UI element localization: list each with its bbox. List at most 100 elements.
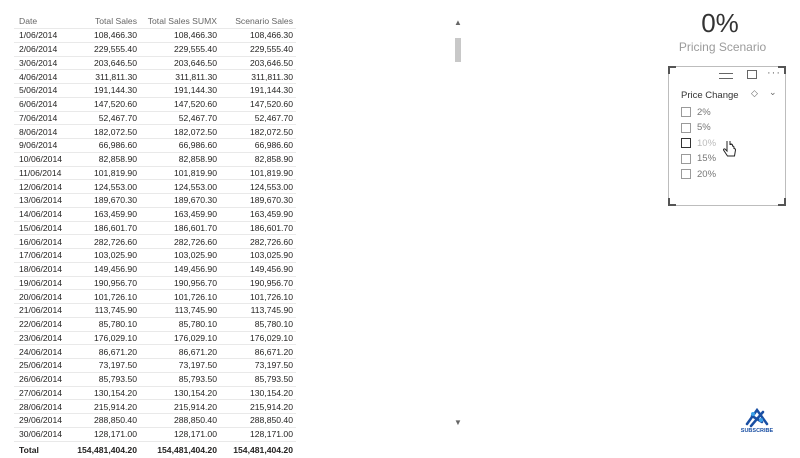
date-cell: 9/06/2014 — [14, 138, 70, 153]
slicer-option[interactable]: 10% — [681, 136, 716, 150]
slicer-option[interactable]: 2% — [681, 105, 711, 119]
table-row: 24/06/2014 86,671.20 86,671.20 86,671.20 — [14, 344, 296, 359]
table-row: 11/06/2014 101,819.90 101,819.90 101,819.90 — [14, 165, 296, 180]
total-sales-sumx-cell: 182,072.50 — [140, 124, 220, 139]
total-sales-sumx-cell: 113,745.90 — [140, 303, 220, 318]
total-sales-sumx-total: 154,481,404.20 — [140, 440, 220, 458]
table-row: 26/06/2014 85,793.50 85,793.50 85,793.50 — [14, 371, 296, 386]
total-sales-sumx-cell: 52,467.70 — [140, 110, 220, 125]
total-sales-cell: 282,726.60 — [70, 234, 140, 249]
date-cell: 22/06/2014 — [14, 316, 70, 331]
column-header-scenario-sales[interactable]: Scenario Sales — [220, 14, 296, 29]
table-row: 17/06/2014 103,025.90 103,025.90 103,025.90 — [14, 248, 296, 263]
total-sales-sumx-cell: 103,025.90 — [140, 248, 220, 263]
scenario-sales-total: 154,481,404.20 — [220, 440, 296, 458]
total-sales-cell: 147,520.60 — [70, 96, 140, 111]
total-sales-cell: 66,986.60 — [70, 138, 140, 153]
total-sales-sumx-cell: 108,466.30 — [140, 28, 220, 43]
date-cell: 10/06/2014 — [14, 151, 70, 166]
scenario-sales-cell: 189,670.30 — [220, 193, 296, 208]
total-sales-sumx-cell: 189,670.30 — [140, 193, 220, 208]
scenario-sales-cell: 186,601.70 — [220, 220, 296, 235]
checkbox[interactable] — [681, 138, 691, 148]
date-cell: 11/06/2014 — [14, 165, 70, 180]
column-header-total-sales-sumx[interactable]: Total Sales SUMX — [140, 14, 220, 29]
table-row: 7/06/2014 52,467.70 52,467.70 52,467.70 — [14, 110, 296, 125]
checkbox[interactable] — [681, 122, 691, 133]
checkbox[interactable] — [681, 107, 691, 117]
more-options-icon[interactable]: ··· — [767, 67, 781, 79]
chevron-up-icon[interactable]: ▲ — [453, 18, 463, 28]
total-sales-sumx-cell: 101,819.90 — [140, 165, 220, 180]
table-row: 28/06/2014 215,914.20 215,914.20 215,914.20 — [14, 399, 296, 414]
scenario-sales-cell: 190,956.70 — [220, 275, 296, 290]
total-sales-cell: 101,726.10 — [70, 289, 140, 304]
date-cell: 5/06/2014 — [14, 83, 70, 98]
resize-handle-bottom-left[interactable] — [668, 198, 676, 206]
total-sales-sumx-cell: 66,986.60 — [140, 138, 220, 153]
table-row: 3/06/2014 203,646.50 203,646.50 203,646.50 — [14, 55, 296, 70]
date-cell: 3/06/2014 — [14, 55, 70, 70]
table-row: 21/06/2014 113,745.90 113,745.90 113,745.90 — [14, 303, 296, 318]
total-sales-cell: 86,671.20 — [70, 344, 140, 359]
scenario-sales-cell: 85,780.10 — [220, 316, 296, 331]
total-sales-cell: 190,956.70 — [70, 275, 140, 290]
table-scrollbar[interactable]: ▲ ▼ — [453, 18, 463, 428]
slicer-option[interactable]: 20% — [681, 167, 716, 181]
chevron-down-icon[interactable]: ⌄ — [769, 87, 777, 98]
column-header-date[interactable]: Date — [14, 14, 70, 29]
total-sales-sumx-cell: 85,793.50 — [140, 371, 220, 386]
checkbox[interactable] — [681, 153, 691, 164]
chevron-down-icon[interactable]: ▼ — [453, 418, 463, 428]
date-cell: 23/06/2014 — [14, 330, 70, 345]
scrollbar-thumb[interactable] — [455, 38, 461, 62]
resize-handle-top-left[interactable] — [668, 66, 676, 74]
date-cell: 21/06/2014 — [14, 303, 70, 318]
table-row: 13/06/2014 189,670.30 189,670.30 189,670.30 — [14, 193, 296, 208]
total-sales-cell: 186,601.70 — [70, 220, 140, 235]
total-sales-cell: 229,555.40 — [70, 41, 140, 56]
total-sales-cell: 182,072.50 — [70, 124, 140, 139]
clear-selections-icon[interactable]: ◇ — [751, 88, 758, 99]
total-sales-sumx-cell: 130,154.20 — [140, 385, 220, 400]
price-change-slicer[interactable]: ··· Price Change ◇ ⌄ 2% 5% 10% 15% 20% — [668, 66, 786, 206]
scenario-sales-cell: 147,520.60 — [220, 96, 296, 111]
scenario-sales-cell: 215,914.20 — [220, 399, 296, 414]
total-sales-cell: 189,670.30 — [70, 193, 140, 208]
table-row: 25/06/2014 73,197.50 73,197.50 73,197.50 — [14, 358, 296, 373]
total-sales-total: 154,481,404.20 — [70, 440, 140, 458]
slicer-option[interactable]: 5% — [681, 121, 711, 135]
slicer-title: Price Change — [681, 90, 739, 101]
total-sales-cell: 101,819.90 — [70, 165, 140, 180]
total-sales-cell: 124,553.00 — [70, 179, 140, 194]
table-header-row: Date Total Sales Total Sales SUMX Scenar… — [14, 14, 296, 29]
table-total-row: Total 154,481,404.20 154,481,404.20 154,… — [14, 440, 296, 458]
date-cell: 7/06/2014 — [14, 110, 70, 125]
table-row: 9/06/2014 66,986.60 66,986.60 66,986.60 — [14, 138, 296, 153]
slicer-option[interactable]: 15% — [681, 152, 716, 166]
table-row: 27/06/2014 130,154.20 130,154.20 130,154.20 — [14, 385, 296, 400]
column-header-total-sales[interactable]: Total Sales — [70, 14, 140, 29]
total-sales-sumx-cell: 215,914.20 — [140, 399, 220, 414]
scenario-sales-cell: 128,171.00 — [220, 426, 296, 442]
table-row: 4/06/2014 311,811.30 311,811.30 311,811.30 — [14, 69, 296, 84]
scenario-sales-cell: 130,154.20 — [220, 385, 296, 400]
resize-handle-bottom-right[interactable] — [778, 198, 786, 206]
table-row: 16/06/2014 282,726.60 282,726.60 282,726.60 — [14, 234, 296, 249]
date-cell: 12/06/2014 — [14, 179, 70, 194]
focus-mode-icon[interactable] — [747, 70, 757, 79]
checkbox[interactable] — [681, 169, 691, 179]
card-label: Pricing Scenario — [678, 40, 767, 54]
drag-grip-icon[interactable] — [719, 73, 733, 79]
table-row: 8/06/2014 182,072.50 182,072.50 182,072.50 — [14, 124, 296, 139]
date-cell: 6/06/2014 — [14, 96, 70, 111]
table-row: 22/06/2014 85,780.10 85,780.10 85,780.10 — [14, 316, 296, 331]
scenario-sales-cell: 176,029.10 — [220, 330, 296, 345]
table-row: 14/06/2014 163,459.90 163,459.90 163,459.90 — [14, 206, 296, 221]
total-sales-cell: 73,197.50 — [70, 358, 140, 373]
total-sales-sumx-cell: 101,726.10 — [140, 289, 220, 304]
scenario-sales-cell: 66,986.60 — [220, 138, 296, 153]
date-cell: 16/06/2014 — [14, 234, 70, 249]
total-sales-cell: 191,144.30 — [70, 83, 140, 98]
subscribe-label: SUBSCRIBE — [740, 428, 774, 434]
